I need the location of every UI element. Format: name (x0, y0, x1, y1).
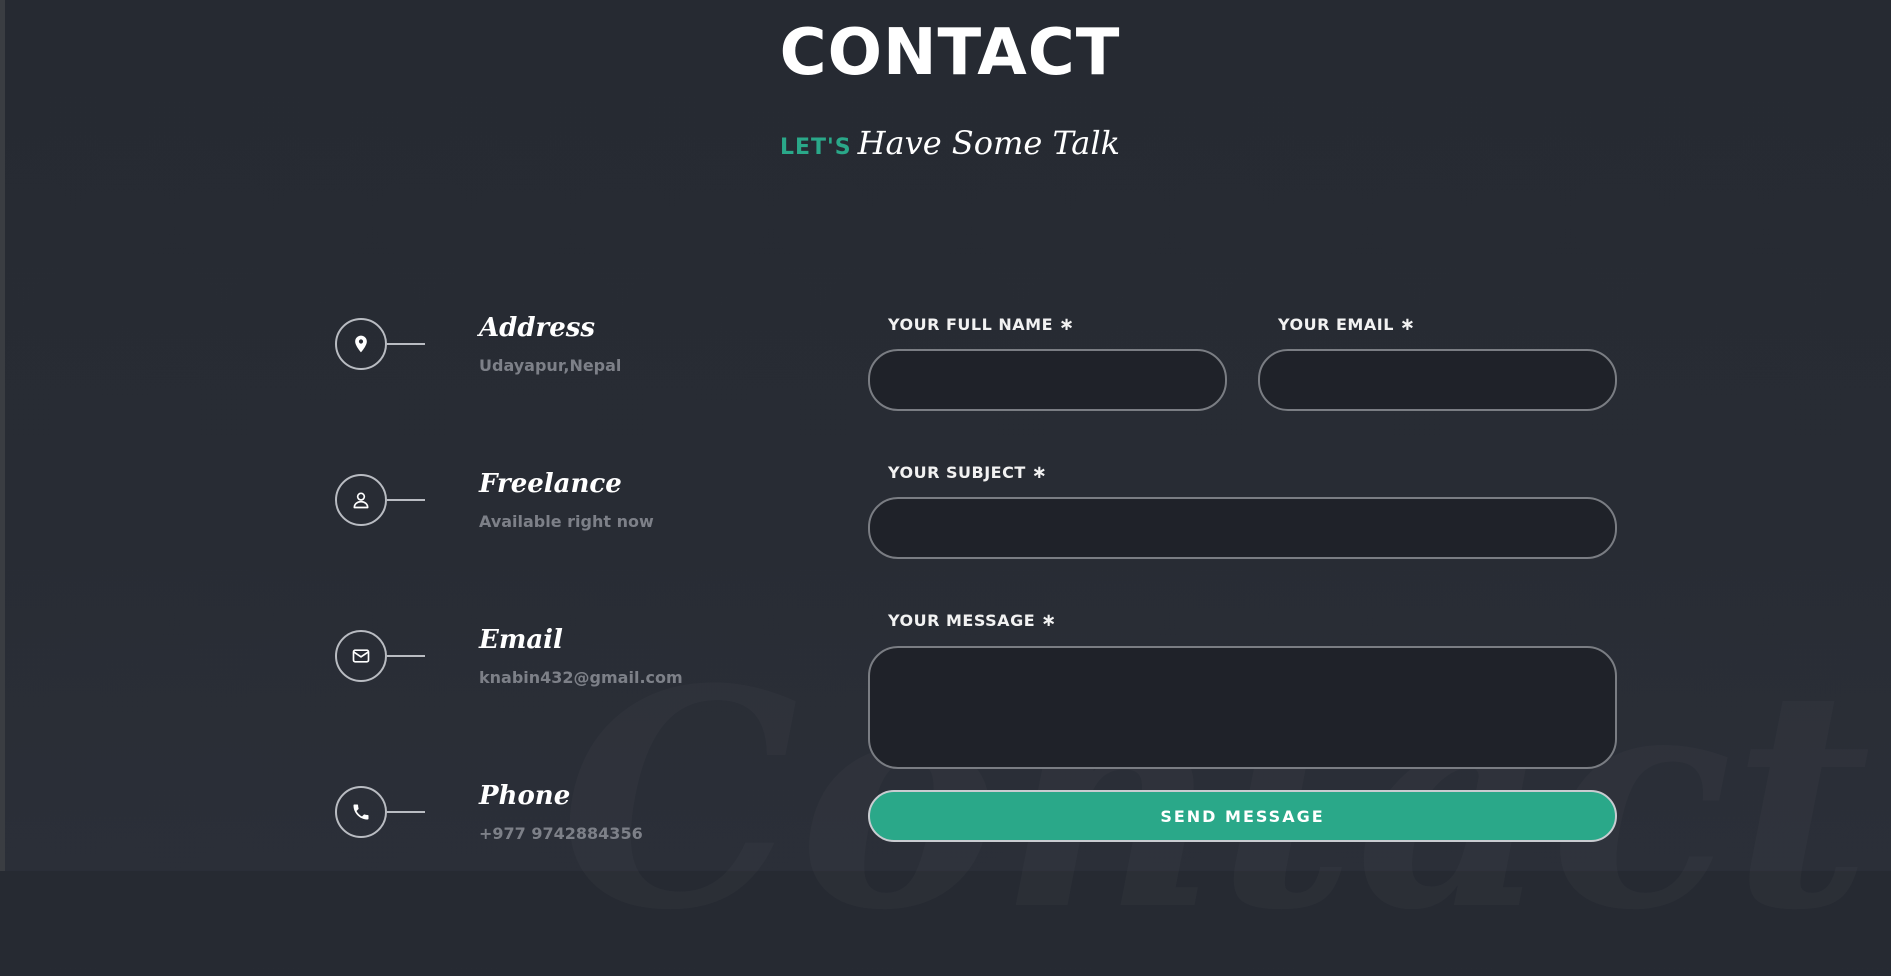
subject-input[interactable] (868, 497, 1617, 559)
info-value: Available right now (479, 512, 654, 531)
mail-icon (335, 630, 387, 682)
phone-icon (335, 786, 387, 838)
info-title: Freelance (479, 469, 622, 499)
section-subtitle: LET'S Have Some Talk (0, 118, 1891, 174)
message-label: YOUR MESSAGE ∗ (888, 610, 1057, 631)
location-pin-icon (335, 318, 387, 370)
subtitle-prefix: LET'S (779, 135, 852, 160)
required-mark: ∗ (1059, 314, 1075, 335)
info-item-freelance: Freelance Available right now (335, 469, 785, 554)
user-icon (335, 474, 387, 526)
message-textarea[interactable] (868, 646, 1617, 769)
full-name-label-text: YOUR FULL NAME (888, 315, 1054, 334)
connector-line (387, 655, 425, 657)
info-item-phone: Phone +977 9742884356 (335, 781, 785, 866)
info-value: knabin432@gmail.com (479, 668, 683, 687)
info-value: Udayapur,Nepal (479, 356, 622, 375)
connector-line (387, 343, 425, 345)
message-label-text: YOUR MESSAGE (888, 611, 1036, 630)
required-mark: ∗ (1041, 610, 1057, 631)
info-item-email: Email knabin432@gmail.com (335, 625, 785, 710)
full-name-input[interactable] (868, 349, 1227, 411)
subject-label: YOUR SUBJECT ∗ (888, 462, 1047, 483)
info-item-address: Address Udayapur,Nepal (335, 313, 785, 398)
subject-label-text: YOUR SUBJECT (888, 463, 1026, 482)
connector-line (387, 811, 425, 813)
subtitle-script: Have Some Talk (857, 124, 1120, 162)
info-title: Address (479, 313, 596, 343)
required-mark: ∗ (1399, 314, 1416, 335)
send-message-button[interactable]: SEND MESSAGE (868, 790, 1617, 842)
connector-line (387, 499, 425, 501)
email-input[interactable] (1258, 349, 1617, 411)
info-value: +977 9742884356 (479, 824, 643, 843)
full-name-label: YOUR FULL NAME ∗ (888, 314, 1075, 335)
email-label-text: YOUR EMAIL (1278, 315, 1394, 334)
info-title: Email (479, 625, 563, 655)
email-label: YOUR EMAIL ∗ (1278, 314, 1415, 335)
section-title: CONTACT (779, 16, 1121, 90)
info-title: Phone (479, 781, 571, 811)
required-mark: ∗ (1031, 462, 1048, 483)
